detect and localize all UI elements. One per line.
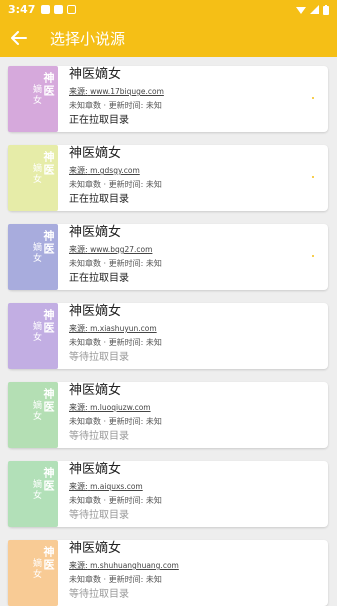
- source-label: 来源:: [69, 245, 88, 254]
- catalog-status: 等待拉取目录: [69, 510, 129, 521]
- source-card[interactable]: 神医 嫡女 神医嫡女 来源: m.gdsgy.com 未知章数 · 更新时间: …: [8, 145, 328, 211]
- source-domain: m.gdsgy.com: [90, 166, 140, 175]
- source-url: 来源: m.aiquxs.com: [69, 481, 162, 493]
- status-bar: 3:47: [0, 0, 337, 19]
- source-url: 来源: www.bqg27.com: [69, 244, 162, 256]
- notification-icon: [54, 5, 64, 14]
- source-url: 来源: m.gdsgy.com: [69, 165, 162, 177]
- source-label: 来源:: [69, 561, 88, 570]
- source-domain: www.17biquge.com: [90, 87, 164, 96]
- update-info: 未知章数 · 更新时间: 未知: [69, 259, 162, 268]
- cover-title: 神医: [42, 230, 55, 256]
- source-card[interactable]: 神医 嫡女 神医嫡女 来源: m.xiashuyun.com 未知章数 · 更新…: [8, 303, 328, 369]
- cover-subtitle: 嫡女: [31, 479, 41, 501]
- book-cover: 神医 嫡女: [8, 461, 58, 527]
- cover-title: 神医: [42, 151, 55, 177]
- source-url: 来源: m.luoqiuzw.com: [69, 402, 162, 414]
- catalog-status: 等待拉取目录: [69, 352, 129, 363]
- source-label: 来源:: [69, 324, 88, 333]
- book-name: 神医嫡女: [69, 541, 122, 556]
- source-url: 来源: www.17biquge.com: [69, 86, 164, 98]
- cover-subtitle: 嫡女: [31, 558, 41, 580]
- cover-title: 神医: [42, 546, 55, 572]
- wifi-icon: [296, 7, 306, 14]
- status-time: 3:47: [8, 3, 36, 16]
- source-card[interactable]: 神医 嫡女 神医嫡女 来源: m.aiquxs.com 未知章数 · 更新时间:…: [8, 461, 328, 527]
- update-info: 未知章数 · 更新时间: 未知: [69, 417, 162, 426]
- cover-title: 神医: [42, 309, 55, 335]
- cover-subtitle: 嫡女: [31, 163, 41, 185]
- update-info: 未知章数 · 更新时间: 未知: [69, 496, 162, 505]
- update-info: 未知章数 · 更新时间: 未知: [69, 575, 162, 584]
- update-info: 未知章数 · 更新时间: 未知: [69, 338, 162, 347]
- source-card[interactable]: 神医 嫡女 神医嫡女 来源: www.bqg27.com 未知章数 · 更新时间…: [8, 224, 328, 290]
- cover-title: 神医: [42, 388, 55, 414]
- book-cover: 神医 嫡女: [8, 382, 58, 448]
- source-domain: m.luoqiuzw.com: [90, 403, 151, 412]
- catalog-status: 等待拉取目录: [69, 431, 129, 442]
- source-label: 来源:: [69, 166, 88, 175]
- loading-indicator: [312, 255, 314, 257]
- notification-icon: [41, 5, 51, 14]
- source-label: 来源:: [69, 403, 88, 412]
- book-name: 神医嫡女: [69, 383, 122, 398]
- catalog-status: 正在拉取目录: [69, 194, 129, 205]
- cover-subtitle: 嫡女: [31, 321, 41, 343]
- notification-icon: [67, 5, 77, 14]
- source-domain: m.xiashuyun.com: [90, 324, 157, 333]
- catalog-status: 正在拉取目录: [69, 273, 129, 284]
- cover-title: 神医: [42, 467, 55, 493]
- cover-subtitle: 嫡女: [31, 242, 41, 264]
- back-button[interactable]: [0, 19, 38, 57]
- book-name: 神医嫡女: [69, 225, 122, 240]
- source-label: 来源:: [69, 482, 88, 491]
- catalog-status: 正在拉取目录: [69, 115, 129, 126]
- source-url: 来源: m.xiashuyun.com: [69, 323, 162, 335]
- signal-icon: [310, 5, 319, 14]
- book-name: 神医嫡女: [69, 304, 122, 319]
- source-card[interactable]: 神医 嫡女 神医嫡女 来源: www.17biquge.com 未知章数 · 更…: [8, 66, 328, 132]
- update-info: 未知章数 · 更新时间: 未知: [69, 180, 162, 189]
- book-cover: 神医 嫡女: [8, 66, 58, 132]
- book-cover: 神医 嫡女: [8, 224, 58, 290]
- source-domain: www.bqg27.com: [90, 245, 153, 254]
- source-card[interactable]: 神医 嫡女 神医嫡女 来源: m.shuhuanghuang.com 未知章数 …: [8, 540, 328, 606]
- update-info: 未知章数 · 更新时间: 未知: [69, 101, 162, 110]
- source-domain: m.shuhuanghuang.com: [90, 561, 179, 570]
- source-card[interactable]: 神医 嫡女 神医嫡女 来源: m.luoqiuzw.com 未知章数 · 更新时…: [8, 382, 328, 448]
- book-name: 神医嫡女: [69, 67, 122, 82]
- cover-title: 神医: [42, 72, 55, 98]
- loading-indicator: [312, 97, 314, 99]
- page-title: 选择小说源: [50, 29, 126, 48]
- book-name: 神医嫡女: [69, 462, 122, 477]
- source-domain: m.aiquxs.com: [90, 482, 143, 491]
- cover-subtitle: 嫡女: [31, 84, 41, 106]
- source-url: 来源: m.shuhuanghuang.com: [69, 560, 179, 572]
- cover-subtitle: 嫡女: [31, 400, 41, 422]
- book-cover: 神医 嫡女: [8, 145, 58, 211]
- loading-indicator: [312, 176, 314, 178]
- app-bar: 选择小说源: [0, 19, 337, 57]
- book-cover: 神医 嫡女: [8, 303, 58, 369]
- battery-icon: [323, 4, 329, 15]
- book-name: 神医嫡女: [69, 146, 122, 161]
- book-cover: 神医 嫡女: [8, 540, 58, 606]
- arrow-back-icon: [11, 31, 27, 45]
- source-label: 来源:: [69, 87, 88, 96]
